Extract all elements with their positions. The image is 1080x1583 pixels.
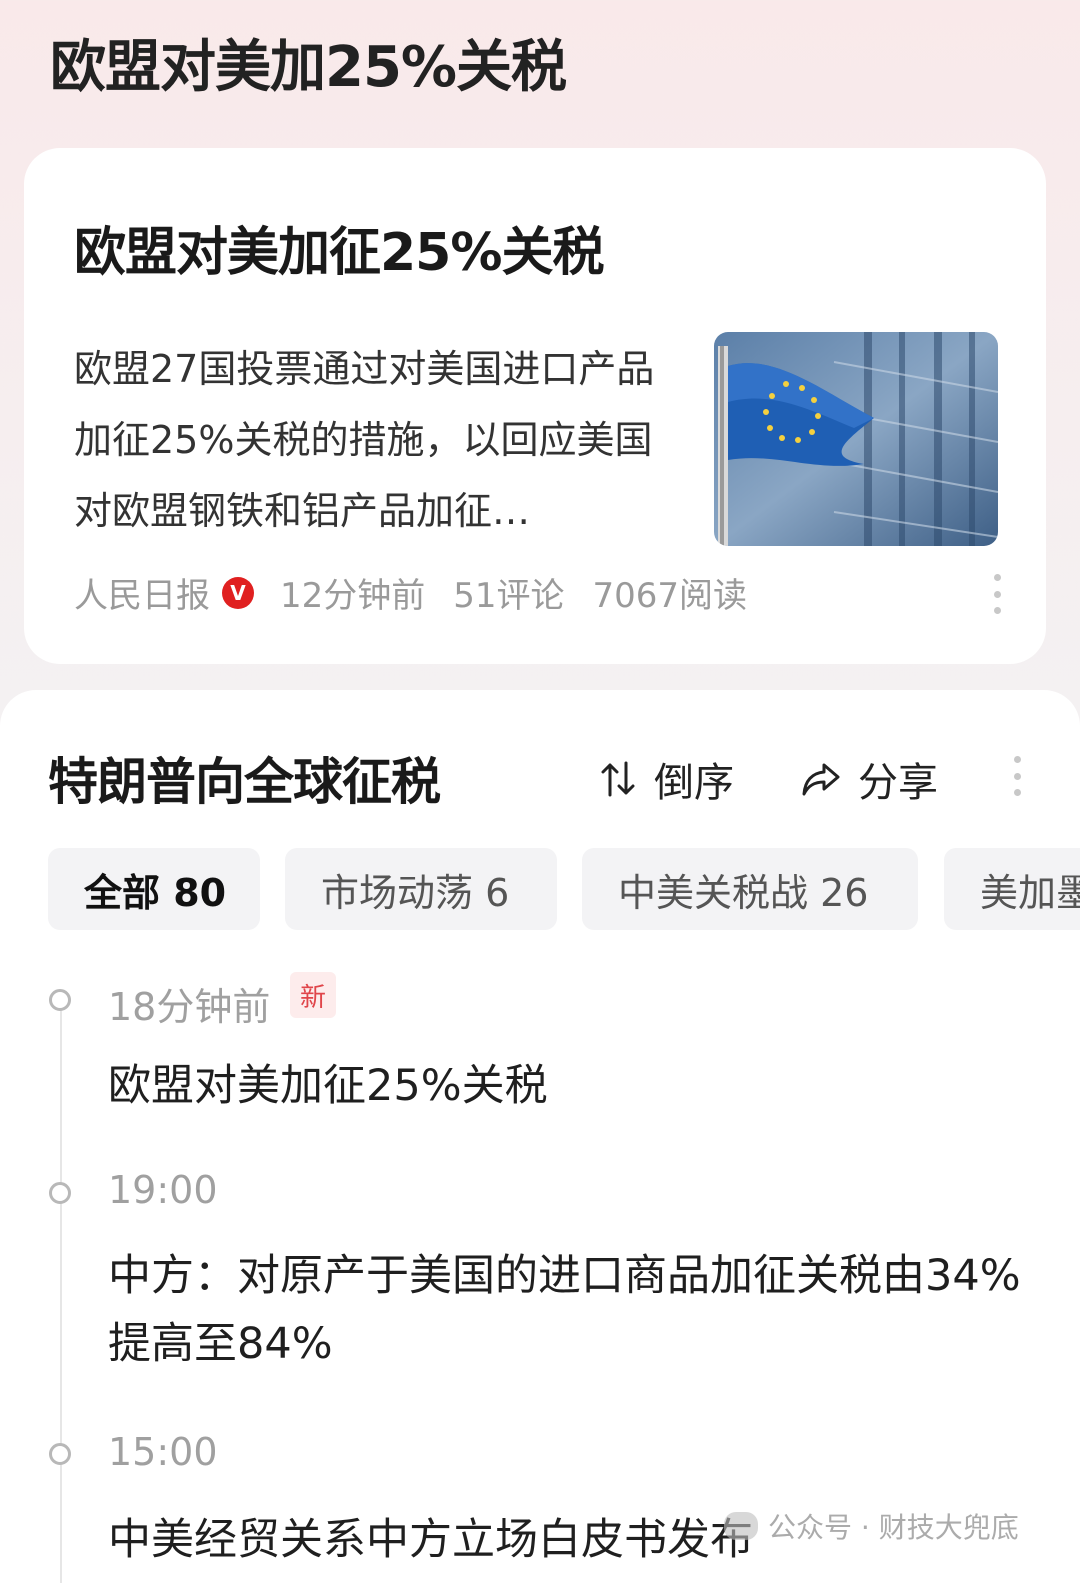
timeline-line [60, 1008, 62, 1583]
timeline-time: 15:00 [108, 1430, 218, 1474]
tab-all[interactable]: 全部 80 [48, 848, 260, 930]
timeline-dot [49, 1443, 71, 1465]
timeline-dot [49, 1182, 71, 1204]
panel-more-icon[interactable] [1012, 756, 1022, 796]
news-card-meta: 人民日报 V 12分钟前 51评论 7067阅读 [74, 568, 775, 617]
timeline-time: 18分钟前 [108, 985, 271, 1029]
share-button[interactable]: 分享 [800, 750, 938, 808]
news-time: 12分钟前 [280, 576, 426, 616]
watermark-text: 公众号 · 财技大兜底 [768, 1511, 1019, 1544]
news-source[interactable]: 人民日报 [74, 568, 210, 617]
topic-title: 特朗普向全球征税 [48, 753, 441, 811]
tab-us-canada-mexico[interactable]: 美加墨 [944, 848, 1080, 930]
sort-button[interactable]: 倒序 [600, 750, 734, 808]
verified-icon: V [222, 576, 254, 609]
share-icon [802, 763, 840, 796]
timeline-item-text[interactable]: 中方：对原产于美国的进口商品加征关税由34%提高至84% [108, 1242, 1028, 1378]
tab-us-china-tariff[interactable]: 中美关税战 26 [582, 848, 918, 930]
timeline-item-text[interactable]: 欧盟对美加征25%关税 [108, 1052, 1028, 1120]
filter-tabs: 全部 80 市场动荡 6 中美关税战 26 美加墨 [48, 848, 1080, 934]
page-title: 欧盟对美加25%关税 [50, 35, 567, 100]
news-card[interactable]: 欧盟对美加征25%关税 欧盟27国投票通过对美国进口产品加征25%关税的措施，以… [24, 148, 1046, 664]
tab-market[interactable]: 市场动荡 6 [285, 848, 557, 930]
wechat-icon [724, 1512, 758, 1540]
new-badge: 新 [290, 972, 336, 1018]
news-comments[interactable]: 51评论 [453, 568, 564, 617]
sort-label: 倒序 [654, 760, 734, 806]
timeline-time: 19:00 [108, 1168, 218, 1212]
share-label: 分享 [858, 760, 938, 806]
news-card-title[interactable]: 欧盟对美加征25%关税 [74, 210, 604, 285]
topic-panel: 特朗普向全球征税 倒序 分享 全部 80 市场动荡 6 中美关税战 26 美加墨… [0, 690, 1080, 1583]
more-options-icon[interactable] [992, 574, 1002, 614]
timeline-dot [49, 989, 71, 1011]
news-card-summary[interactable]: 欧盟27国投票通过对美国进口产品加征25%关税的措施，以回应美国对欧盟钢铁和铝产… [74, 334, 664, 547]
news-reads: 7067阅读 [592, 576, 748, 616]
watermark: 公众号 · 财技大兜底 [724, 1506, 1019, 1546]
sort-icon [601, 761, 635, 797]
eu-flag-image[interactable] [714, 332, 998, 546]
